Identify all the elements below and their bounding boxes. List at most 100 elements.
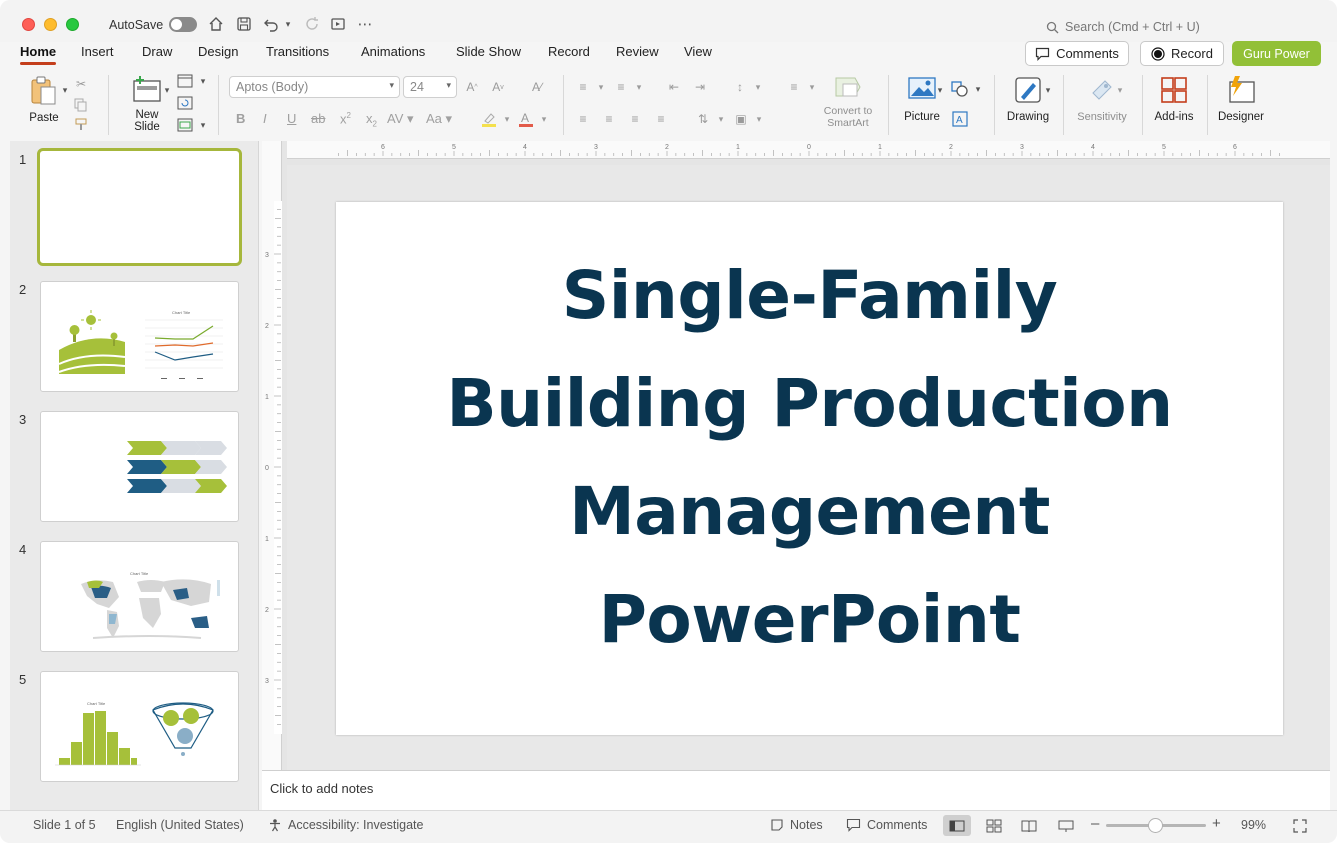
tab-view[interactable]: View <box>684 44 712 59</box>
picture-dropdown-icon[interactable]: ▾ <box>931 81 949 99</box>
strikethrough-icon[interactable]: ab <box>311 111 325 126</box>
tab-review[interactable]: Review <box>616 44 659 59</box>
clear-formatting-icon[interactable]: A∕ <box>528 78 546 96</box>
zoom-in-button[interactable]: + <box>1212 815 1221 832</box>
increase-font-size-icon[interactable]: A ^ <box>463 78 481 96</box>
cut-icon[interactable]: ✂ <box>72 75 90 93</box>
align-text-icon[interactable]: ▣ <box>732 110 750 128</box>
justify-icon[interactable]: ≡ <box>652 110 670 128</box>
zoom-level[interactable]: 99% <box>1241 818 1266 832</box>
new-slide-dropdown-icon[interactable]: ▾ <box>158 81 176 99</box>
align-right-icon[interactable]: ≡ <box>626 110 644 128</box>
tab-animations[interactable]: Animations <box>361 44 425 59</box>
slide-thumbnail-5[interactable]: Chart Title <box>40 671 239 782</box>
italic-icon[interactable]: I <box>263 111 267 126</box>
tab-transitions[interactable]: Transitions <box>266 44 329 59</box>
reading-view-button[interactable] <box>1015 815 1043 836</box>
drawing-dropdown-icon[interactable]: ▾ <box>1039 81 1057 99</box>
line-spacing-icon[interactable]: ↕ <box>731 78 749 96</box>
tab-design[interactable]: Design <box>198 44 238 59</box>
bold-icon[interactable]: B <box>236 111 245 126</box>
character-spacing-icon[interactable]: AV ▾ <box>387 111 414 127</box>
bullets-dropdown-icon[interactable]: ▾ <box>592 78 610 96</box>
section-dropdown-icon[interactable]: ▾ <box>194 116 212 134</box>
highlight-color-icon[interactable] <box>480 110 498 128</box>
save-icon[interactable] <box>234 14 254 34</box>
numbering-icon[interactable]: ≡ <box>612 78 630 96</box>
change-case-icon[interactable]: Aa ▾ <box>426 111 452 127</box>
maximize-window-button[interactable] <box>66 18 79 31</box>
decrease-font-size-icon[interactable]: Av <box>489 78 507 96</box>
reset-slide-icon[interactable] <box>176 94 194 112</box>
home-icon[interactable] <box>206 14 226 34</box>
layout-dropdown-icon[interactable]: ▾ <box>194 72 212 90</box>
ruler-label: 1 <box>878 144 882 151</box>
tab-draw[interactable]: Draw <box>142 44 172 59</box>
text-direction-dropdown-icon[interactable]: ▾ <box>712 110 730 128</box>
align-text-dropdown-icon[interactable]: ▾ <box>750 110 768 128</box>
decrease-indent-icon[interactable]: ⇤ <box>665 78 683 96</box>
notes-toggle-button[interactable]: Notes <box>770 818 823 832</box>
zoom-slider-knob[interactable] <box>1148 818 1163 833</box>
search-box[interactable]: Search (Cmd + Ctrl + U) <box>1046 17 1236 37</box>
text-box-icon[interactable]: A <box>951 110 969 128</box>
more-options-icon[interactable]: ⋯ <box>355 14 375 34</box>
shapes-dropdown-icon[interactable]: ▾ <box>969 80 987 98</box>
redo-icon[interactable] <box>302 14 322 34</box>
underline-icon[interactable]: U <box>287 111 296 126</box>
current-slide[interactable]: Single-Family Building Production Manage… <box>336 202 1283 735</box>
normal-view-button[interactable] <box>943 815 971 836</box>
minimize-window-button[interactable] <box>44 18 57 31</box>
comments-button[interactable]: Comments <box>1025 41 1129 66</box>
copy-icon[interactable] <box>72 96 90 114</box>
undo-dropdown-icon[interactable]: ▾ <box>281 14 295 34</box>
font-name-select[interactable]: Aptos (Body) ▾ <box>229 76 400 98</box>
tab-insert[interactable]: Insert <box>81 44 114 59</box>
language-indicator[interactable]: English (United States) <box>116 818 244 832</box>
record-button[interactable]: Record <box>1140 41 1224 66</box>
sensitivity-dropdown-icon[interactable]: ▾ <box>1111 81 1129 99</box>
align-left-icon[interactable]: ≡ <box>574 110 592 128</box>
notes-pane[interactable]: Click to add notes <box>262 770 1330 810</box>
close-window-button[interactable] <box>22 18 35 31</box>
layout-icon[interactable] <box>176 72 194 90</box>
slide-thumbnail-1[interactable] <box>37 148 242 266</box>
designer-button[interactable]: Designer <box>1215 75 1267 123</box>
picture-label: Picture <box>904 111 940 123</box>
align-center-icon[interactable]: ≡ <box>600 110 618 128</box>
font-color-dropdown-icon[interactable]: ▾ <box>535 110 553 128</box>
slide-thumbnail-2[interactable]: Chart Title <box>40 281 239 392</box>
tab-home[interactable]: Home <box>20 44 57 65</box>
tab-record[interactable]: Record <box>548 44 590 59</box>
font-size-select[interactable]: 24 ▾ <box>403 76 457 98</box>
bullets-icon[interactable]: ≡ <box>574 78 592 96</box>
add-ins-button[interactable]: Add-ins <box>1151 75 1197 123</box>
font-color-icon[interactable]: A <box>517 110 535 128</box>
increase-indent-icon[interactable]: ⇥ <box>691 78 709 96</box>
superscript-icon[interactable]: x2 <box>340 111 351 126</box>
text-direction-icon[interactable]: ⇅ <box>694 110 712 128</box>
shapes-icon[interactable] <box>951 80 969 98</box>
accessibility-checker[interactable]: Accessibility: Investigate <box>268 818 423 832</box>
slide-thumbnail-3[interactable] <box>40 411 239 522</box>
line-spacing-dropdown-icon[interactable]: ▾ <box>749 78 767 96</box>
present-icon[interactable] <box>328 14 348 34</box>
slide-sorter-view-button[interactable] <box>980 815 1008 836</box>
autosave-toggle[interactable] <box>169 17 197 32</box>
slide-title[interactable]: Single-Family Building Production Manage… <box>396 242 1223 674</box>
slide-thumbnail-4[interactable]: Chart Title <box>40 541 239 652</box>
slide-show-view-button[interactable] <box>1052 815 1080 836</box>
comments-toggle-button[interactable]: Comments <box>846 818 927 832</box>
columns-icon[interactable]: ≡ <box>785 78 803 96</box>
numbering-dropdown-icon[interactable]: ▾ <box>630 78 648 96</box>
zoom-out-button[interactable]: – <box>1091 815 1099 832</box>
highlight-dropdown-icon[interactable]: ▾ <box>498 110 516 128</box>
tab-slide-show[interactable]: Slide Show <box>456 44 521 59</box>
fit-to-window-button[interactable] <box>1286 815 1314 836</box>
convert-to-smartart-button[interactable]: Convert to SmartArt <box>818 75 878 129</box>
section-icon[interactable] <box>176 116 194 134</box>
format-painter-icon[interactable] <box>72 116 90 134</box>
subscript-icon[interactable]: x2 <box>366 111 377 129</box>
undo-icon[interactable] <box>261 14 281 34</box>
guru-power-button[interactable]: Guru Power <box>1232 41 1321 66</box>
